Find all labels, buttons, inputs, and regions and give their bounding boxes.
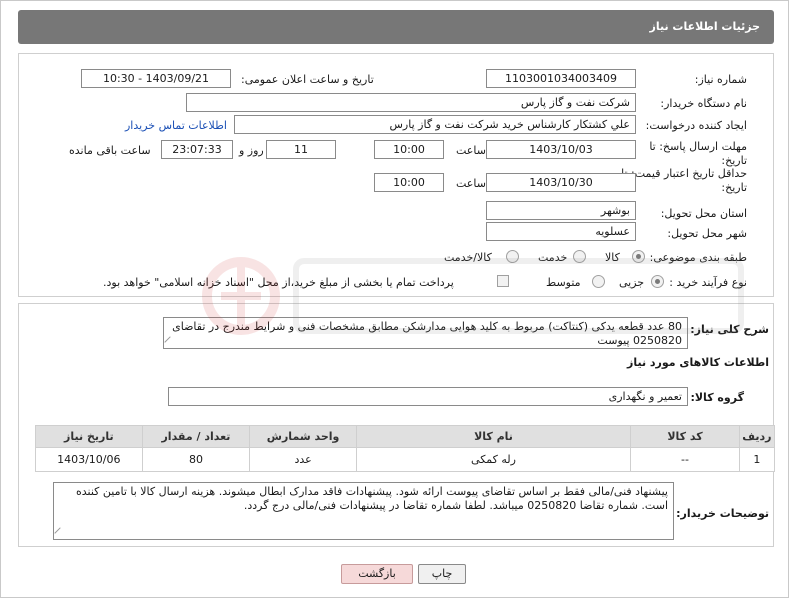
remaining-time-field: 23:07:33 xyxy=(161,140,233,159)
remaining-label: ساعت باقی مانده xyxy=(69,144,151,157)
process-label: نوع فرآیند خرید : xyxy=(669,276,747,289)
goods-group-label: گروه کالا: xyxy=(690,391,744,404)
back-button[interactable]: بازگشت xyxy=(341,564,413,584)
print-button[interactable]: چاپ xyxy=(418,564,466,584)
cell-qty: 80 xyxy=(141,447,251,472)
category-label: طبقه بندی موضوعی: xyxy=(649,251,747,264)
process-option-minor: جزیی xyxy=(619,276,645,289)
goods-table-header: ردیف کد کالا نام کالا واحد شمارش تعداد /… xyxy=(35,425,776,448)
goods-group-field: تعمیر و نگهداری xyxy=(168,387,688,406)
need-number-label: شماره نیاز: xyxy=(694,73,747,86)
description-label: شرح کلی نیاز: xyxy=(690,323,769,336)
need-number-field: 1103001034003409 xyxy=(486,69,636,88)
cell-index: 1 xyxy=(738,447,776,472)
creator-label: ایجاد کننده درخواست: xyxy=(645,119,747,132)
contact-buyer-link[interactable]: اطلاعات تماس خریدار xyxy=(125,119,227,132)
description-textarea[interactable]: 80 عدد قطعه یدکی (کنتاکت) مربوط به کلید … xyxy=(163,317,688,349)
reply-time-field: 10:00 xyxy=(374,140,444,159)
buyer-org-field: شرکت نفت و گاز پارس xyxy=(186,93,636,112)
category-radio-service[interactable] xyxy=(573,250,586,263)
reply-date-field: 1403/10/03 xyxy=(486,140,636,159)
description-text: 80 عدد قطعه یدکی (کنتاکت) مربوط به کلید … xyxy=(172,320,682,347)
col-index: ردیف xyxy=(738,425,776,448)
process-radio-medium[interactable] xyxy=(592,275,605,288)
col-qty: تعداد / مقدار xyxy=(141,425,251,448)
cell-code: -- xyxy=(630,447,740,472)
category-radio-goods-service[interactable] xyxy=(506,250,519,263)
process-option-medium: متوسط xyxy=(546,276,581,289)
col-date: تاریخ نیاز xyxy=(35,425,143,448)
announce-field: 1403/09/21 - 10:30 xyxy=(81,69,231,88)
cell-date: 1403/10/06 xyxy=(35,447,143,472)
col-unit: واحد شمارش xyxy=(249,425,357,448)
buyer-notes-textarea[interactable]: پیشنهاد فنی/مالی فقط بر اساس تقاضای پیوس… xyxy=(53,482,674,540)
col-name: نام کالا xyxy=(355,425,632,448)
days-field: 11 xyxy=(266,140,336,159)
page-title: جزئیات اطلاعات نیاز xyxy=(649,20,761,33)
treasury-checkbox[interactable] xyxy=(497,275,509,287)
category-option-service: خدمت xyxy=(538,251,568,264)
category-option-goods: کالا xyxy=(605,251,620,264)
province-label: استان محل تحویل: xyxy=(660,207,747,220)
goods-section-title: اطلاعات کالاهای مورد نیاز xyxy=(627,356,769,369)
table-row: 1 -- رله کمکی عدد 80 1403/10/06 xyxy=(35,447,776,472)
validity-date-field: 1403/10/30 xyxy=(486,173,636,192)
process-radio-minor[interactable] xyxy=(651,275,664,288)
resize-handle[interactable] xyxy=(54,527,66,539)
cell-name: رله کمکی xyxy=(355,447,632,472)
validity-time-field: 10:00 xyxy=(374,173,444,192)
validity-time-label: ساعت xyxy=(456,177,486,190)
payment-note: پرداخت تمام یا بخشی از مبلغ خرید،از محل … xyxy=(103,276,454,289)
category-radio-goods[interactable] xyxy=(632,250,645,263)
col-code: کد کالا xyxy=(630,425,740,448)
buyer-org-label: نام دستگاه خریدار: xyxy=(660,97,747,110)
announce-label: تاریخ و ساعت اعلان عمومی: xyxy=(241,73,374,86)
validity-label: حداقل تاریخ اعتبار قیمت: تا تاریخ: xyxy=(621,167,747,194)
category-option-goods-service: کالا/خدمت xyxy=(444,251,492,264)
days-label: روز و xyxy=(239,144,264,157)
reply-time-label: ساعت xyxy=(456,144,486,157)
page-frame: جزئیات اطلاعات نیاز شماره نیاز: 11030010… xyxy=(0,0,789,598)
province-field: بوشهر xyxy=(486,201,636,220)
city-field: عسلويه xyxy=(486,222,636,241)
city-label: شهر محل تحویل: xyxy=(667,227,747,240)
goods-table: ردیف کد کالا نام کالا واحد شمارش تعداد /… xyxy=(35,425,776,472)
buyer-notes-text: پیشنهاد فنی/مالی فقط بر اساس تقاضای پیوس… xyxy=(75,485,668,512)
buyer-notes-label: توضیحات خریدار: xyxy=(676,507,769,520)
creator-field: علي کشتکار کارشناس خريد شرکت نفت و گاز پ… xyxy=(234,115,636,134)
header-bar: جزئیات اطلاعات نیاز xyxy=(18,10,774,44)
reply-deadline-label: مهلت ارسال پاسخ: تا تاریخ: xyxy=(649,140,747,167)
cell-unit: عدد xyxy=(249,447,357,472)
resize-handle[interactable] xyxy=(164,336,176,348)
